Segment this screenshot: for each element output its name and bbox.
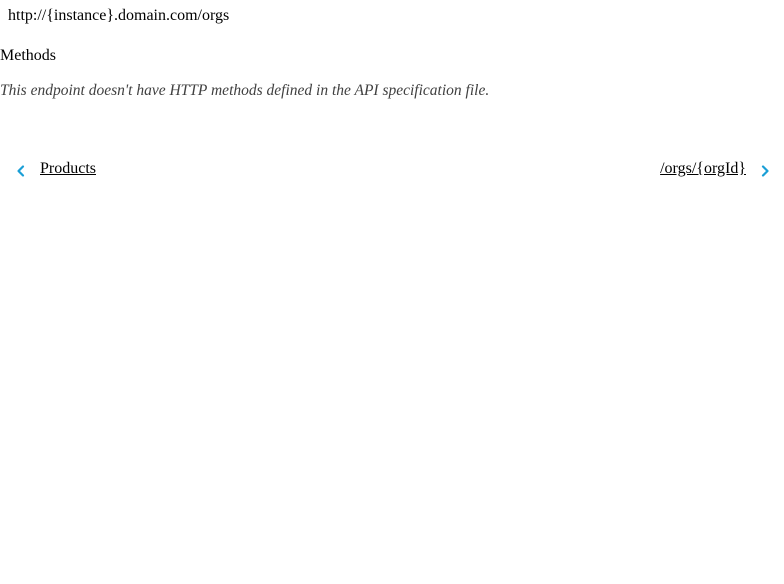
page: http://{instance}.domain.com/orgs Method…: [0, 0, 784, 584]
previous-page-link[interactable]: Products: [14, 158, 96, 180]
pager: Products /orgs/{orgId}: [0, 158, 784, 182]
endpoint-url: http://{instance}.domain.com/orgs: [8, 7, 230, 24]
methods-heading: Methods: [0, 47, 56, 64]
previous-page-label: Products: [40, 160, 96, 177]
next-page-link[interactable]: /orgs/{orgId}: [660, 158, 772, 180]
methods-empty-note: This endpoint doesn't have HTTP methods …: [0, 82, 490, 99]
chevron-right-icon: [758, 164, 772, 178]
chevron-left-icon: [14, 164, 28, 178]
next-page-label: /orgs/{orgId}: [660, 160, 746, 177]
